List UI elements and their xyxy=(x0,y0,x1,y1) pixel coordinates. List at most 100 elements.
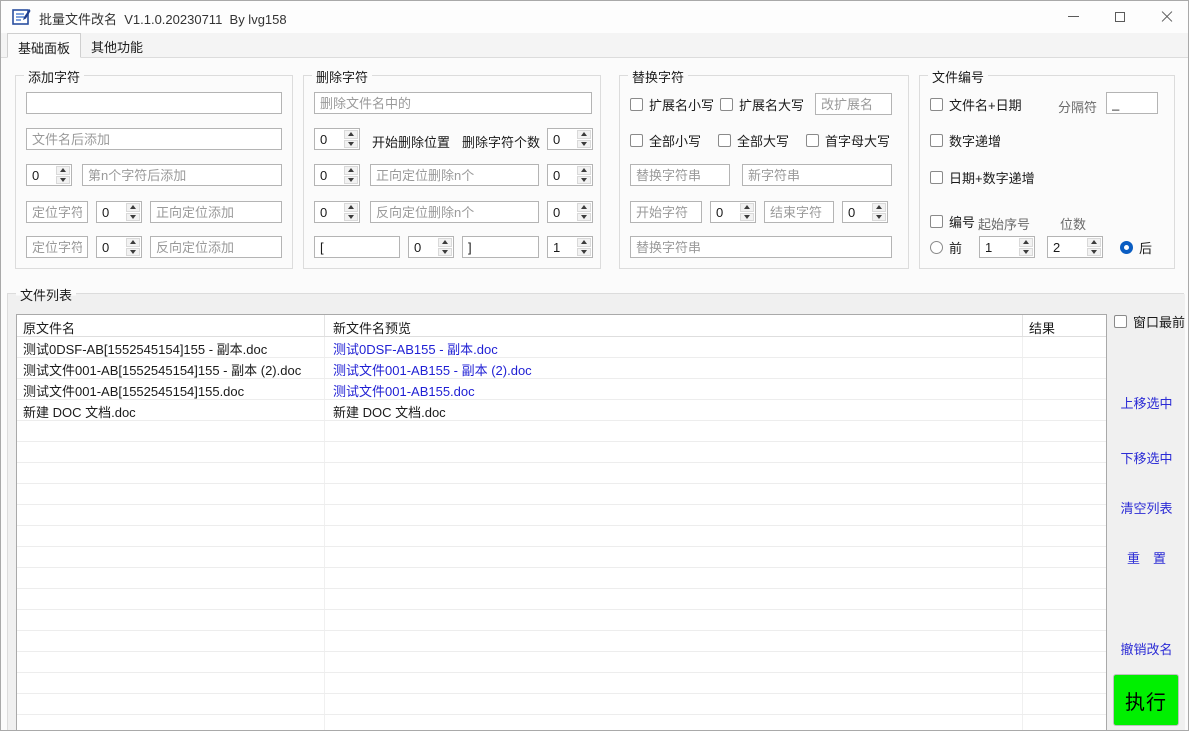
delete-fwd-pos-spinner[interactable]: 0 xyxy=(314,164,360,186)
execute-button[interactable]: 执行 xyxy=(1113,674,1179,726)
table-row-empty[interactable] xyxy=(17,442,1106,463)
replace-end-char-input[interactable] xyxy=(764,201,834,223)
spin-down-icon[interactable] xyxy=(126,213,140,222)
close-button[interactable] xyxy=(1151,2,1181,31)
checkbox-number-increment[interactable]: 数字递增 xyxy=(930,131,1001,150)
table-row-empty[interactable] xyxy=(17,610,1106,631)
replace-find-input[interactable] xyxy=(630,164,730,186)
table-row[interactable]: 测试文件001-AB[1552545154]155 - 副本 (2).doc测试… xyxy=(17,358,1106,379)
spin-up-icon[interactable] xyxy=(577,166,591,175)
spin-down-icon[interactable] xyxy=(438,248,452,257)
table-row-empty[interactable] xyxy=(17,589,1106,610)
digits-spinner[interactable]: 2 xyxy=(1047,236,1103,258)
tab-basic-panel[interactable]: 基础面板 xyxy=(7,33,81,58)
spin-down-icon[interactable] xyxy=(577,140,591,149)
replace-new-input[interactable] xyxy=(742,164,892,186)
replace-start-char-input[interactable] xyxy=(630,201,702,223)
checkbox-capitalize[interactable]: 首字母大写 xyxy=(806,131,890,150)
spin-up-icon[interactable] xyxy=(438,238,452,247)
table-row-empty[interactable] xyxy=(17,421,1106,442)
clear-list-button[interactable]: 清空列表 xyxy=(1108,498,1185,517)
replace-start-spinner[interactable]: 0 xyxy=(710,201,756,223)
spin-down-icon[interactable] xyxy=(344,176,358,185)
spin-up-icon[interactable] xyxy=(344,166,358,175)
add-fwd-anchor-input[interactable] xyxy=(26,201,88,223)
spin-up-icon[interactable] xyxy=(577,130,591,139)
move-down-button[interactable]: 下移选中 xyxy=(1108,448,1185,467)
maximize-button[interactable] xyxy=(1105,2,1135,31)
table-row-empty[interactable] xyxy=(17,463,1106,484)
add-fwd-text-input[interactable] xyxy=(150,201,282,223)
delete-bracket-close-input[interactable] xyxy=(462,236,539,258)
table-row-empty[interactable] xyxy=(17,694,1106,715)
add-rev-anchor-input[interactable] xyxy=(26,236,88,258)
checkbox-date-increment[interactable]: 日期+数字递增 xyxy=(930,168,1035,187)
delete-rev-input[interactable] xyxy=(370,201,539,223)
spin-down-icon[interactable] xyxy=(1087,248,1101,257)
column-new-name-preview[interactable]: 新文件名预览 xyxy=(325,315,1023,336)
checkbox-window-topmost[interactable]: 窗口最前 xyxy=(1114,312,1185,331)
delete-bracket-spinner[interactable]: 0 xyxy=(408,236,454,258)
replace-range-input[interactable] xyxy=(630,236,892,258)
spin-up-icon[interactable] xyxy=(344,203,358,212)
checkbox-all-lowercase[interactable]: 全部小写 xyxy=(630,131,701,150)
add-rev-spinner[interactable]: 0 xyxy=(96,236,142,258)
column-original-name[interactable]: 原文件名 xyxy=(17,315,325,336)
separator-input[interactable] xyxy=(1106,92,1158,114)
checkbox-all-uppercase[interactable]: 全部大写 xyxy=(718,131,789,150)
checkbox-ext-uppercase[interactable]: 扩展名大写 xyxy=(720,95,804,114)
table-row-empty[interactable] xyxy=(17,568,1106,589)
reset-button[interactable]: 重 置 xyxy=(1108,548,1185,567)
minimize-button[interactable] xyxy=(1058,2,1088,31)
spin-up-icon[interactable] xyxy=(1087,238,1101,247)
checkbox-name-date[interactable]: 文件名+日期 xyxy=(930,95,1022,114)
table-row-empty[interactable] xyxy=(17,505,1106,526)
delete-bracket-keep-spinner[interactable]: 1 xyxy=(547,236,593,258)
table-row[interactable]: 测试文件001-AB[1552545154]155.doc测试文件001-AB1… xyxy=(17,379,1106,400)
spin-up-icon[interactable] xyxy=(740,203,754,212)
table-row[interactable]: 测试0DSF-AB[1552545154]155 - 副本.doc测试0DSF-… xyxy=(17,337,1106,358)
delete-fwd-input[interactable] xyxy=(370,164,539,186)
tab-other-functions[interactable]: 其他功能 xyxy=(81,33,153,58)
spin-down-icon[interactable] xyxy=(740,213,754,222)
radio-number-front[interactable]: 前 xyxy=(930,238,962,257)
table-row-empty[interactable] xyxy=(17,631,1106,652)
checkbox-numbering[interactable]: 编号 xyxy=(930,212,975,231)
spin-up-icon[interactable] xyxy=(344,130,358,139)
spin-up-icon[interactable] xyxy=(56,166,70,175)
spin-down-icon[interactable] xyxy=(344,140,358,149)
spin-down-icon[interactable] xyxy=(344,213,358,222)
delete-start-pos-spinner[interactable]: 0 xyxy=(314,128,360,150)
checkbox-ext-lowercase[interactable]: 扩展名小写 xyxy=(630,95,714,114)
spin-up-icon[interactable] xyxy=(126,203,140,212)
spin-down-icon[interactable] xyxy=(577,176,591,185)
table-row-empty[interactable] xyxy=(17,526,1106,547)
table-row[interactable]: 新建 DOC 文档.doc新建 DOC 文档.doc xyxy=(17,400,1106,421)
delete-count-spinner[interactable]: 0 xyxy=(547,128,593,150)
spin-down-icon[interactable] xyxy=(577,213,591,222)
add-nth-spinner[interactable]: 0 xyxy=(26,164,72,186)
add-text-input[interactable] xyxy=(26,92,282,114)
spin-down-icon[interactable] xyxy=(56,176,70,185)
spin-down-icon[interactable] xyxy=(1019,248,1033,257)
spin-up-icon[interactable] xyxy=(577,238,591,247)
table-row-empty[interactable] xyxy=(17,547,1106,568)
add-after-nth-input[interactable] xyxy=(82,164,282,186)
change-ext-input[interactable] xyxy=(815,93,892,115)
move-up-button[interactable]: 上移选中 xyxy=(1108,393,1185,412)
delete-bracket-open-input[interactable] xyxy=(314,236,400,258)
table-row-empty[interactable] xyxy=(17,715,1106,731)
add-after-name-input[interactable] xyxy=(26,128,282,150)
start-seq-spinner[interactable]: 1 xyxy=(979,236,1035,258)
replace-end-spinner[interactable]: 0 xyxy=(842,201,888,223)
add-rev-text-input[interactable] xyxy=(150,236,282,258)
table-row-empty[interactable] xyxy=(17,652,1106,673)
delete-fwd-n-spinner[interactable]: 0 xyxy=(547,164,593,186)
delete-contains-input[interactable] xyxy=(314,92,592,114)
delete-rev-pos-spinner[interactable]: 0 xyxy=(314,201,360,223)
spin-up-icon[interactable] xyxy=(577,203,591,212)
spin-down-icon[interactable] xyxy=(872,213,886,222)
table-row-empty[interactable] xyxy=(17,673,1106,694)
undo-rename-button[interactable]: 撤销改名 xyxy=(1108,639,1185,658)
spin-up-icon[interactable] xyxy=(872,203,886,212)
